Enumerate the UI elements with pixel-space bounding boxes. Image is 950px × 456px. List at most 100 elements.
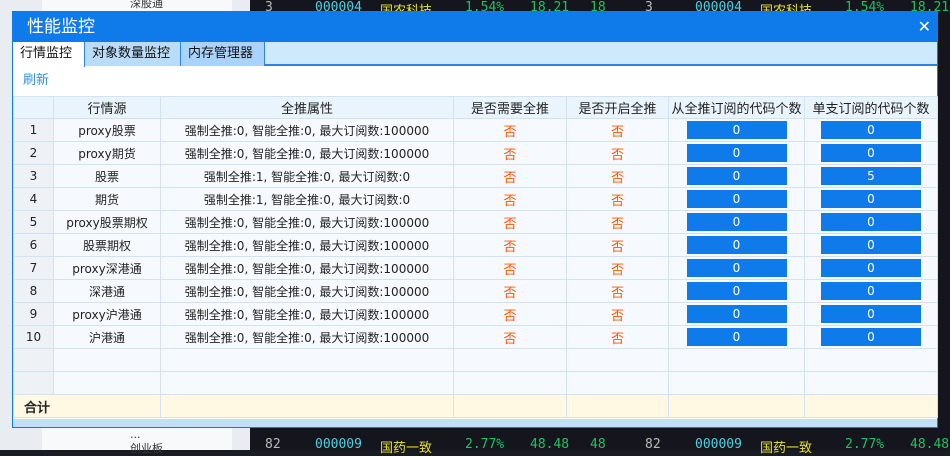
refresh-link[interactable]: 刷新	[23, 73, 49, 88]
status-no: 否	[503, 308, 517, 324]
status-no: 否	[503, 170, 517, 186]
cell-push-attributes: 强制全推:0, 智能全推:0, 最大订阅数:100000	[160, 141, 454, 165]
cell-full-push-enabled: 否	[566, 279, 669, 303]
cell-row-index: 2	[13, 141, 54, 165]
column-header-single-sub-code-count[interactable]: 单支订阅的代码个数	[804, 96, 938, 119]
cell-full-push-code-count: 0	[668, 210, 805, 234]
empty-cell	[453, 371, 567, 395]
table-row[interactable]: 7 proxy深港通 强制全推:0, 智能全推:0, 最大订阅数:100000 否 否 0…	[13, 256, 938, 280]
horizontal-scrollbar[interactable]	[13, 419, 937, 427]
status-no: 否	[503, 193, 517, 209]
cell-push-attributes: 强制全推:0, 智能全推:0, 最大订阅数:100000	[160, 302, 454, 326]
cell-full-push-enabled: 否	[566, 187, 669, 211]
table-row[interactable]: 8 深港通 强制全推:0, 智能全推:0, 最大订阅数:100000 否 否 0 0	[13, 279, 938, 303]
empty-cell	[160, 371, 454, 395]
cell-full-push-code-count: 0	[668, 302, 805, 326]
empty-cell	[566, 371, 669, 395]
cell-row-index: 4	[13, 187, 54, 211]
tab-object-count-monitor[interactable]: 对象数量监控	[85, 42, 181, 66]
cell-source: proxy股票	[53, 118, 161, 142]
cell-push-attributes: 强制全推:0, 智能全推:0, 最大订阅数:100000	[160, 118, 454, 142]
cell-single-sub-code-count: 0	[804, 187, 938, 211]
total-label: 合计	[13, 394, 161, 418]
status-no: 否	[610, 285, 624, 301]
cell-single-sub-code-count: 0	[804, 141, 938, 165]
status-no: 否	[503, 216, 517, 232]
count-badge: 0	[686, 144, 787, 162]
cell-source: 股票	[53, 164, 161, 188]
table-row[interactable]: 9 proxy沪港通 强制全推:0, 智能全推:0, 最大订阅数:100000 否 否 0…	[13, 302, 938, 326]
empty-cell	[453, 348, 567, 372]
status-no: 否	[610, 216, 624, 232]
cell-single-sub-code-count: 0	[804, 256, 938, 280]
empty-cell	[566, 348, 669, 372]
column-header-need-full-push[interactable]: 是否需要全推	[453, 96, 567, 119]
status-no: 否	[610, 262, 624, 278]
cell-source: proxy股票期权	[53, 210, 161, 234]
cell-source: proxy期货	[53, 141, 161, 165]
empty-cell	[804, 371, 938, 395]
title-bar[interactable]: 性能监控 ✕	[13, 12, 937, 42]
column-header-row-index[interactable]	[13, 96, 54, 119]
stock-cell: 国药一致	[380, 441, 433, 456]
column-header-source[interactable]: 行情源	[53, 96, 161, 119]
close-icon[interactable]: ✕	[918, 12, 931, 42]
status-no: 否	[610, 170, 624, 186]
cell-need-full-push: 否	[453, 118, 567, 142]
count-badge: 0	[821, 121, 921, 139]
table-row[interactable]: 3 股票 强制全推:1, 智能全推:0, 最大订阅数:0 否 否 0 5	[13, 164, 938, 188]
count-badge: 0	[821, 213, 921, 231]
total-cell	[453, 394, 567, 418]
column-header-push-attributes[interactable]: 全推属性	[160, 96, 454, 119]
dialog-title: 性能监控	[27, 17, 95, 37]
table-row[interactable]: 2 proxy期货 强制全推:0, 智能全推:0, 最大订阅数:100000 否 否 0 0	[13, 141, 938, 165]
cell-push-attributes: 强制全推:0, 智能全推:0, 最大订阅数:100000	[160, 325, 454, 349]
cell-full-push-enabled: 否	[566, 164, 669, 188]
count-badge: 0	[821, 328, 921, 346]
cell-need-full-push: 否	[453, 233, 567, 257]
status-no: 否	[503, 331, 517, 347]
table-row[interactable]: 6 股票期权 强制全推:0, 智能全推:0, 最大订阅数:100000 否 否 0 0	[13, 233, 938, 257]
cell-source: 期货	[53, 187, 161, 211]
cell-push-attributes: 强制全推:1, 智能全推:0, 最大订阅数:0	[160, 187, 454, 211]
cell-full-push-enabled: 否	[566, 118, 669, 142]
tab-memory-manager[interactable]: 内存管理器	[181, 42, 265, 66]
cell-push-attributes: 强制全推:0, 智能全推:0, 最大订阅数:100000	[160, 279, 454, 303]
count-badge: 0	[821, 236, 921, 254]
count-badge: 0	[821, 144, 921, 162]
cell-need-full-push: 否	[453, 325, 567, 349]
count-badge: 0	[821, 259, 921, 277]
empty-cell	[13, 371, 54, 395]
cell-source: 深港通	[53, 279, 161, 303]
cell-need-full-push: 否	[453, 279, 567, 303]
status-no: 否	[610, 147, 624, 163]
empty-cell	[804, 348, 938, 372]
cell-need-full-push: 否	[453, 164, 567, 188]
count-badge: 0	[686, 282, 787, 300]
count-badge: 0	[686, 190, 787, 208]
cell-need-full-push: 否	[453, 256, 567, 280]
count-badge: 0	[686, 259, 787, 277]
cell-push-attributes: 强制全推:0, 智能全推:0, 最大订阅数:100000	[160, 233, 454, 257]
tab-market-monitor[interactable]: 行情监控	[13, 42, 85, 67]
cell-full-push-code-count: 0	[668, 279, 805, 303]
table-row[interactable]: 1 proxy股票 强制全推:0, 智能全推:0, 最大订阅数:100000 否 否 0 0	[13, 118, 938, 142]
table-row[interactable]: 4 期货 强制全推:1, 智能全推:0, 最大订阅数:0 否 否 0 0	[13, 187, 938, 211]
status-no: 否	[610, 308, 624, 324]
cell-push-attributes: 强制全推:0, 智能全推:0, 最大订阅数:100000	[160, 256, 454, 280]
column-header-full-push-code-count[interactable]: 从全推订阅的代码个数	[668, 96, 805, 119]
cell-single-sub-code-count: 5	[804, 164, 938, 188]
status-no: 否	[503, 147, 517, 163]
cell-single-sub-code-count: 0	[804, 210, 938, 234]
table-row[interactable]: 5 proxy股票期权 强制全推:0, 智能全推:0, 最大订阅数:100000 否 否…	[13, 210, 938, 234]
cell-single-sub-code-count: 0	[804, 325, 938, 349]
count-badge: 0	[821, 305, 921, 323]
table-row[interactable]: 10 沪港通 强制全推:0, 智能全推:0, 最大订阅数:100000 否 否 0 0	[13, 325, 938, 349]
column-header-full-push-enabled[interactable]: 是否开启全推	[566, 96, 669, 119]
count-badge: 0	[686, 328, 787, 346]
count-badge: 0	[686, 236, 787, 254]
empty-cell	[13, 348, 54, 372]
cell-single-sub-code-count: 0	[804, 118, 938, 142]
empty-cell	[668, 348, 805, 372]
cell-full-push-code-count: 0	[668, 187, 805, 211]
